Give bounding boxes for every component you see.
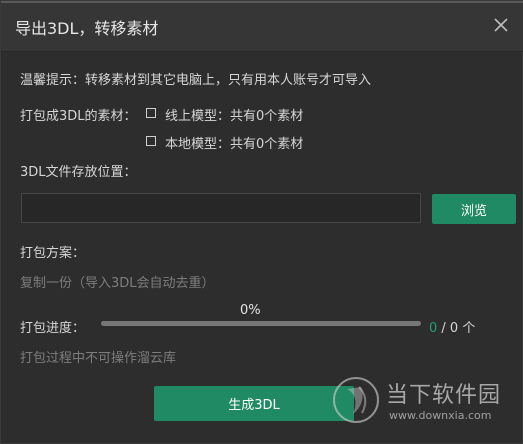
export-3dl-dialog: 导出3DL，转移素材 温馨提示：转移素材到其它电脑上，只有用本人账号才可导入 打… bbox=[0, 0, 523, 444]
plan-label: 打包方案： bbox=[20, 246, 86, 261]
progress-percent: 0% bbox=[240, 303, 261, 318]
local-model-label[interactable]: 本地模型：共有0个素材 bbox=[165, 133, 303, 152]
dialog-title: 导出3DL，转移素材 bbox=[15, 19, 159, 38]
tips-text: 温馨提示：转移素材到其它电脑上，只有用本人账号才可导入 bbox=[20, 73, 372, 88]
close-button[interactable] bbox=[490, 14, 512, 36]
watermark-name: 当下软件园 bbox=[386, 383, 502, 408]
watermark: 当下软件园 www.downxia.com bbox=[331, 371, 521, 435]
title-bar: 导出3DL，转移素材 bbox=[1, 3, 523, 52]
plan-option[interactable]: 复制一份（导入3DL会自动去重） bbox=[20, 272, 215, 291]
progress-bar bbox=[101, 321, 421, 326]
save-path-input[interactable] bbox=[21, 193, 421, 223]
save-location-label: 3DL文件存放位置： bbox=[20, 165, 137, 180]
watermark-logo bbox=[333, 377, 379, 423]
online-model-checkbox[interactable] bbox=[146, 108, 156, 118]
progress-count: 0 / 0 个 bbox=[429, 317, 475, 336]
local-model-checkbox[interactable] bbox=[146, 136, 156, 146]
progress-label: 打包进度： bbox=[20, 321, 86, 336]
note-text: 打包过程中不可操作溜云库 bbox=[20, 351, 177, 366]
close-icon bbox=[494, 18, 508, 32]
progress-current: 0 bbox=[429, 321, 438, 336]
generate-3dl-label: 生成3DL bbox=[228, 398, 280, 413]
browse-button[interactable]: 浏览 bbox=[432, 194, 516, 224]
watermark-url: www.downxia.com bbox=[389, 409, 492, 422]
generate-3dl-button[interactable]: 生成3DL bbox=[154, 386, 354, 421]
package-materials-label: 打包成3DL的素材： bbox=[20, 109, 137, 124]
online-model-label[interactable]: 线上模型：共有0个素材 bbox=[165, 105, 303, 124]
progress-total: / 0 个 bbox=[441, 321, 476, 336]
browse-button-label: 浏览 bbox=[460, 203, 487, 219]
